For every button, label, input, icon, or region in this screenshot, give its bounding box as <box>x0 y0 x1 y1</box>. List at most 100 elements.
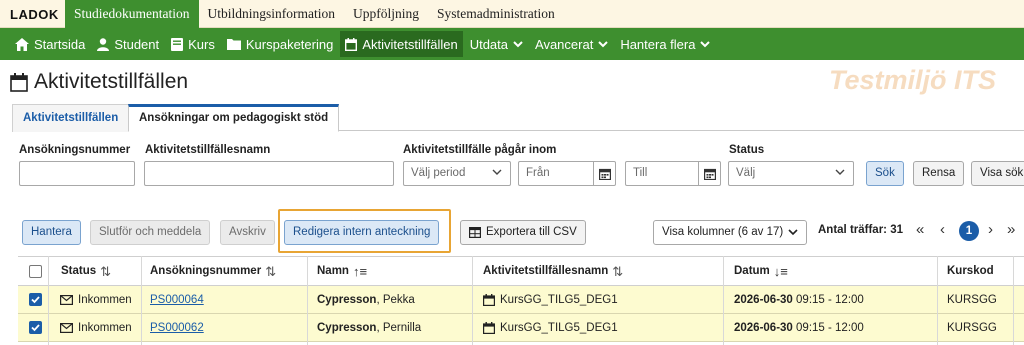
previous-page-icon[interactable]: ‹ <box>940 221 945 238</box>
slutfor-button[interactable]: Slutför och meddela <box>90 220 211 245</box>
envelope-icon <box>60 323 73 333</box>
hantera-button[interactable]: Hantera <box>22 220 81 245</box>
sort-descending-icon: ↓≡ <box>773 264 788 279</box>
header-aktivitetstillfallesnamn[interactable]: Aktivitetstillfällesnamn ⇅ <box>483 257 623 286</box>
nav-hantera-flera[interactable]: Hantera flera <box>615 31 715 57</box>
ansokningsnummer-link[interactable]: PS000064 <box>150 286 204 314</box>
sort-icon: ⇅ <box>612 264 624 279</box>
row-datum: 2026-06-30 09:15 - 12:00 <box>734 314 864 342</box>
nav-student-label: Student <box>114 36 160 52</box>
calendar-icon <box>483 322 495 334</box>
column-divider <box>141 256 142 345</box>
tab-bar: Aktivitetstillfällen Ansökningar om peda… <box>12 104 1024 132</box>
avskriv-button[interactable]: Avskriv <box>220 220 275 245</box>
nav-kurspaketering-label: Kurspaketering <box>245 36 334 52</box>
row-ansokningsnummer: PS000062 <box>150 314 204 342</box>
fran-calendar-button[interactable] <box>594 161 616 186</box>
column-divider <box>937 256 938 345</box>
period-select[interactable]: Välj period <box>403 161 511 186</box>
current-page[interactable]: 1 <box>959 221 979 241</box>
calendar-icon <box>703 168 716 180</box>
row-datum-date: 2026-06-30 <box>734 294 793 306</box>
chevron-down-icon <box>598 40 609 47</box>
sort-ascending-icon: ↑≡ <box>352 264 368 279</box>
row-efternamn: Cypresson <box>317 322 377 334</box>
till-input[interactable]: Till <box>625 161 699 186</box>
header-kurskod[interactable]: Kurskod <box>947 257 994 286</box>
row-efternamn: Cypresson <box>317 294 377 306</box>
table-header: Status ⇅ Ansökningsnummer ⇅ Namn ↑≡ Akti… <box>18 256 1024 286</box>
folder-icon <box>226 39 241 50</box>
focus-highlight <box>278 209 451 253</box>
chevron-down-icon <box>788 229 798 236</box>
topnav-uppfoljning[interactable]: Uppföljning <box>344 0 428 28</box>
checkmark-icon <box>31 296 40 304</box>
exportera-csv-button[interactable]: Exportera till CSV <box>460 220 586 245</box>
period-label: Aktivitetstillfälle pågår inom <box>403 144 557 156</box>
row-kurskod: KURSGG <box>947 322 997 334</box>
visa-sok-button[interactable]: Visa sök <box>971 161 1024 186</box>
row-checkbox[interactable] <box>29 321 42 334</box>
header-ansokningsnummer[interactable]: Ansökningsnummer ⇅ <box>150 257 276 286</box>
tab-ansokningar[interactable]: Ansökningar om pedagogiskt stöd <box>128 104 340 132</box>
exportera-csv-label: Exportera till CSV <box>486 226 577 238</box>
row-datum-date: 2026-06-30 <box>734 322 793 334</box>
fran-input[interactable]: Från <box>518 161 594 186</box>
nav-utdata[interactable]: Utdata <box>465 31 528 57</box>
top-bar: LADOK Studiedokumentation Utbildningsinf… <box>0 0 1024 28</box>
status-select-value: Välj <box>736 167 756 179</box>
topnav-systemadministration[interactable]: Systemadministration <box>428 0 564 28</box>
topnav-utbildningsinformation[interactable]: Utbildningsinformation <box>199 0 345 28</box>
table-icon <box>469 227 481 238</box>
table-row[interactable]: Inkommen PS000062 Cypresson, Pernilla Ku… <box>18 314 1024 342</box>
visa-kolumner-dropdown[interactable]: Visa kolumner (6 av 17) <box>653 220 808 245</box>
chevron-down-icon <box>700 40 711 47</box>
header-status[interactable]: Status ⇅ <box>61 257 111 286</box>
nav-aktivitetstillfallen-label: Aktivitetstillfällen <box>362 36 458 52</box>
nav-hantera-flera-label: Hantera flera <box>620 36 696 52</box>
namn-input[interactable] <box>144 161 394 186</box>
row-aktivitet-label: KursGG_TILG5_DEG1 <box>500 294 618 306</box>
nav-kurs[interactable]: Kurs <box>166 31 220 57</box>
chevron-down-icon <box>492 169 502 175</box>
header-aktivitetstillfallesnamn-label: Aktivitetstillfällesnamn <box>483 265 609 277</box>
row-namn: Cypresson, Pernilla <box>317 314 421 342</box>
ansokningsnummer-input[interactable] <box>19 161 135 186</box>
page-title: Aktivitetstillfällen <box>10 70 188 94</box>
next-page-icon[interactable]: › <box>988 221 993 238</box>
table-row[interactable]: Inkommen PS000064 Cypresson, Pekka KursG… <box>18 286 1024 314</box>
row-ansokningsnummer: PS000064 <box>150 286 204 314</box>
last-page-icon[interactable]: » <box>1007 221 1015 238</box>
main-nav: Startsida Student Kurs Kurspaketering Ak… <box>0 28 1024 60</box>
home-icon <box>15 37 29 51</box>
ansokningsnummer-label: Ansökningsnummer <box>19 144 131 156</box>
ansokningsnummer-link[interactable]: PS000062 <box>150 314 204 342</box>
calendar-icon <box>598 168 611 180</box>
row-status-label: Inkommen <box>78 294 132 306</box>
rensa-button[interactable]: Rensa <box>913 161 965 186</box>
till-calendar-button[interactable] <box>699 161 721 186</box>
header-datum[interactable]: Datum ↓≡ <box>734 257 788 286</box>
page-title-text: Aktivitetstillfällen <box>34 70 189 93</box>
sok-button[interactable]: Sök <box>866 161 904 186</box>
topnav-studiedokumentation[interactable]: Studiedokumentation <box>65 0 199 28</box>
tab-aktivitetstillfallen[interactable]: Aktivitetstillfällen <box>12 104 130 132</box>
nav-startsida[interactable]: Startsida <box>10 31 90 57</box>
visa-kolumner-label: Visa kolumner (6 av 17) <box>662 226 784 238</box>
row-fornamn: , Pekka <box>376 294 415 306</box>
row-status-label: Inkommen <box>78 322 132 334</box>
first-page-icon[interactable]: « <box>916 221 924 238</box>
select-all-checkbox[interactable] <box>29 265 42 278</box>
nav-student[interactable]: Student <box>92 31 164 57</box>
header-datum-label: Datum <box>734 265 770 277</box>
nav-kurspaketering[interactable]: Kurspaketering <box>222 31 338 57</box>
nav-utdata-label: Utdata <box>469 36 509 52</box>
header-namn[interactable]: Namn ↑≡ <box>317 257 367 286</box>
nav-aktivitetstillfallen[interactable]: Aktivitetstillfällen <box>340 31 463 57</box>
column-divider <box>472 256 473 345</box>
row-checkbox[interactable] <box>29 293 42 306</box>
nav-avancerat[interactable]: Avancerat <box>530 31 613 57</box>
status-select[interactable]: Välj <box>728 161 854 186</box>
chevron-down-icon <box>513 40 523 47</box>
column-divider <box>1013 256 1014 345</box>
